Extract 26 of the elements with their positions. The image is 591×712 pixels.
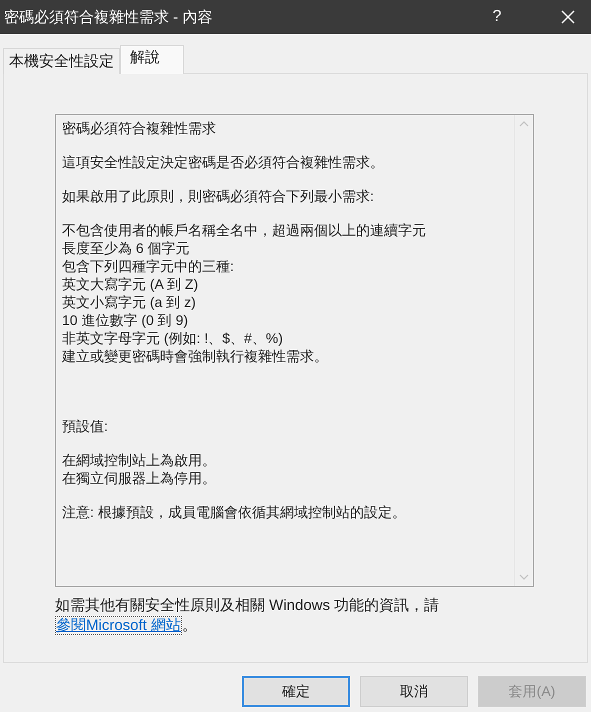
explanation-line: 如果啟用了此原則，則密碼必須符合下列最小需求:	[62, 187, 375, 205]
scroll-up-icon[interactable]	[519, 121, 529, 127]
explanation-line: 非英文字母字元 (例如: !、$、#、%)	[62, 329, 284, 347]
help-button[interactable]: ?	[477, 0, 517, 34]
more-info-text: 如需其他有關安全性原則及相關 Windows 功能的資訊，請 參閱Microsoft 網站。	[55, 596, 440, 636]
explanation-line: 注意: 根據預設，成員電腦會依循其網域控制站的設定。	[62, 503, 407, 521]
explanation-line: 這項安全性設定決定密碼是否必須符合複雜性需求。	[62, 153, 385, 171]
ok-button[interactable]: 確定	[242, 676, 350, 707]
tab[interactable]: 解說	[120, 45, 184, 74]
explanation-line: 在網域控制站上為啟用。	[62, 451, 217, 469]
microsoft-website-link[interactable]: 參閱Microsoft 網站	[55, 616, 182, 635]
window-title: 密碼必須符合複雜性需求 - 內容	[4, 8, 214, 26]
explanation-line: 在獨立伺服器上為停用。	[62, 469, 217, 487]
explanation-line: 密碼必須符合複雜性需求	[62, 119, 217, 137]
explanation-line: 不包含使用者的帳戶名稱全名中，超過兩個以上的連續字元	[62, 221, 427, 239]
tab[interactable]: 本機安全性設定	[3, 48, 120, 74]
explanation-line: 10 進位數字 (0 到 9)	[62, 311, 190, 329]
explanation-line: 英文小寫字元 (a 到 z)	[62, 293, 197, 311]
close-icon	[561, 10, 575, 24]
scroll-down-icon[interactable]	[519, 574, 529, 580]
explanation-line: 預設值:	[62, 417, 109, 435]
cancel-button[interactable]: 取消	[360, 676, 468, 707]
explanation-line: 長度至少為 6 個字元	[62, 239, 191, 257]
explanation-line: 英文大寫字元 (A 到 Z)	[62, 275, 200, 293]
explanation-line: 建立或變更密碼時會強制執行複雜性需求。	[62, 347, 329, 365]
explanation-line: 包含下列四種字元中的三種:	[62, 257, 235, 275]
